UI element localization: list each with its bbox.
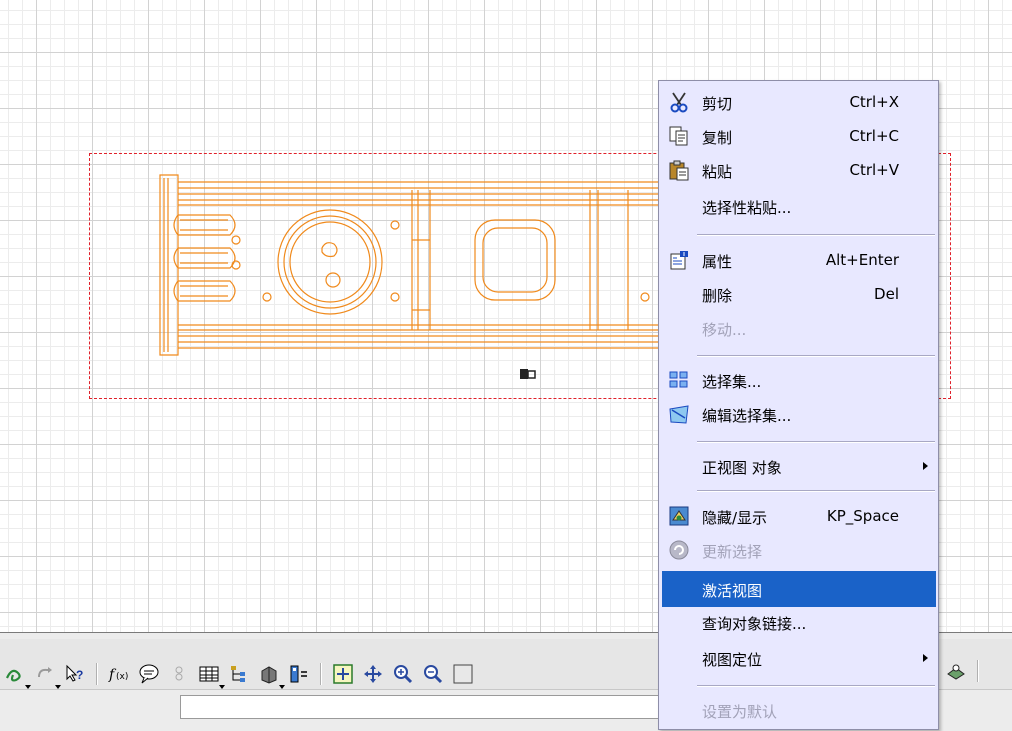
normal-view-icon[interactable]: [451, 662, 475, 686]
menu-item-label: 编辑选择集...: [702, 407, 792, 425]
properties-icon: [667, 249, 691, 271]
parameter-icon[interactable]: [287, 662, 311, 686]
menu-item-front-view-object[interactable]: 正视图 对象: [662, 451, 936, 481]
menu-item-edit-selection-sets[interactable]: 编辑选择集...: [662, 399, 936, 429]
submenu-arrow-icon: [923, 654, 928, 662]
pan-icon[interactable]: [361, 662, 385, 686]
menu-item-properties[interactable]: 属性 Alt+Enter: [662, 245, 936, 275]
menu-item-label: 更新选择: [702, 543, 763, 561]
selection-sets-icon: [667, 369, 691, 391]
menu-item-shortcut: Alt+Enter: [825, 251, 899, 269]
menu-item-label: 正视图 对象: [702, 459, 782, 477]
menu-item-label: 粘贴: [702, 163, 733, 181]
menu-item-delete[interactable]: 删除 Del: [662, 279, 936, 309]
table-icon[interactable]: [197, 662, 225, 689]
zoom-in-icon[interactable]: [391, 662, 415, 686]
zoom-out-icon[interactable]: [421, 662, 445, 686]
menu-item-copy[interactable]: 复制 Ctrl+C: [662, 121, 936, 151]
menu-item-set-as-default[interactable]: 设置为默认: [662, 695, 936, 725]
menu-item-label: 剪切: [702, 95, 733, 113]
menu-item-update-selection[interactable]: 更新选择: [662, 535, 936, 565]
copy-icon: [667, 125, 691, 147]
menu-item-selection-sets[interactable]: 选择集...: [662, 365, 936, 395]
menu-item-hide-show[interactable]: 隐藏/显示 KP_Space: [662, 501, 936, 531]
formula-icon[interactable]: f (x): [107, 662, 131, 686]
toolbar-row: ? f (x): [0, 659, 478, 689]
menu-item-label: 删除: [702, 287, 733, 305]
menu-separator: [697, 355, 935, 357]
menu-item-label: 复制: [702, 129, 733, 147]
menu-item-shortcut: Ctrl+C: [849, 127, 899, 145]
svg-text:?: ?: [76, 668, 83, 682]
menu-item-activate-view[interactable]: 激活视图: [662, 571, 936, 607]
menu-item-label: 查询对象链接...: [702, 615, 807, 633]
menu-item-label: 选择集...: [702, 373, 762, 391]
toolbar-right-group: [941, 659, 985, 683]
menu-item-shortcut: Ctrl+V: [849, 161, 899, 179]
menu-item-paste[interactable]: 粘贴 Ctrl+V: [662, 155, 936, 185]
toolbar-separator: [320, 663, 322, 685]
menu-item-shortcut: Ctrl+X: [849, 93, 899, 111]
edit-selection-sets-icon: [667, 403, 691, 425]
view-label-icon: [520, 369, 536, 379]
command-input[interactable]: [180, 695, 662, 719]
knowledge-icon[interactable]: [167, 662, 191, 686]
menu-item-label: 选择性粘贴...: [702, 199, 792, 217]
scissors-icon: [667, 91, 691, 113]
menu-separator: [697, 685, 935, 687]
menu-item-label: 设置为默认: [702, 703, 778, 721]
menu-item-paste-special[interactable]: 选择性粘贴...: [662, 191, 936, 221]
menu-item-move[interactable]: 移动...: [662, 313, 936, 343]
menu-separator: [697, 441, 935, 443]
paste-icon: [667, 159, 691, 181]
menu-item-shortcut: Del: [874, 285, 899, 303]
menu-item-label: 视图定位: [702, 651, 763, 669]
redo-icon[interactable]: [33, 662, 61, 689]
menu-item-query-object-links[interactable]: 查询对象链接...: [662, 607, 936, 637]
catalog-icon[interactable]: [257, 662, 285, 689]
menu-item-label: 激活视图: [702, 582, 763, 600]
spring-icon[interactable]: [3, 662, 31, 689]
menu-item-shortcut: KP_Space: [826, 507, 899, 525]
submenu-arrow-icon: [923, 462, 928, 470]
menu-item-cut[interactable]: 剪切 Ctrl+X: [662, 87, 936, 117]
svg-text:(x): (x): [116, 672, 128, 682]
hide-show-icon: [667, 505, 691, 527]
context-menu: 剪切 Ctrl+X 复制 Ctrl+C 粘贴 Ctrl+V 选择性粘贴... 属…: [658, 80, 939, 730]
menu-item-label: 移动...: [702, 321, 747, 339]
toolbar-separator: [977, 660, 979, 682]
tree-icon[interactable]: [227, 662, 251, 686]
toolbar-separator: [96, 663, 98, 685]
menu-item-label: 属性: [702, 253, 733, 271]
menu-item-label: 隐藏/显示: [702, 509, 768, 527]
comment-icon[interactable]: [137, 662, 161, 686]
update-selection-icon: [667, 539, 691, 561]
menu-separator: [697, 234, 935, 236]
whats-this-icon[interactable]: ?: [63, 662, 87, 686]
render-icon[interactable]: [944, 659, 968, 683]
part-drawing[interactable]: [150, 170, 660, 360]
menu-separator: [697, 490, 935, 492]
menu-item-view-positioning[interactable]: 视图定位: [662, 643, 936, 673]
fit-all-icon[interactable]: [331, 662, 355, 686]
